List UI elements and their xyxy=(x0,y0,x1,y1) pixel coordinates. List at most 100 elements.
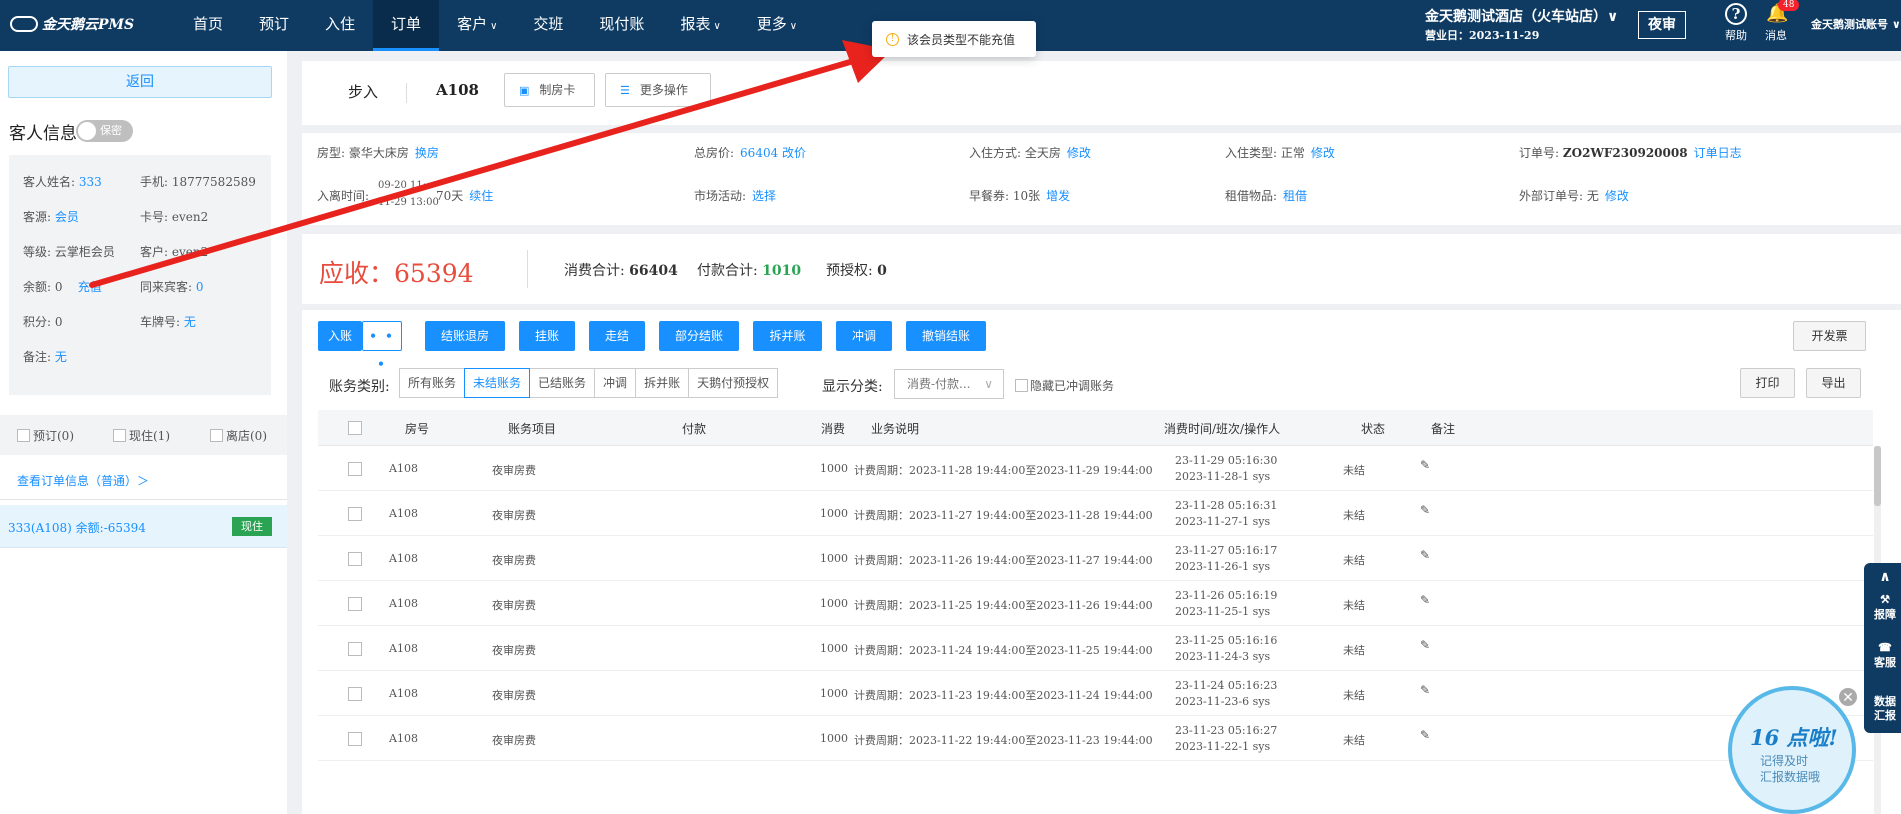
app-logo[interactable]: 金天鹅云PMS xyxy=(10,14,134,34)
post-more-button[interactable]: • • • xyxy=(362,321,402,371)
nav-item[interactable]: 交班 xyxy=(515,0,581,51)
more-operations-button[interactable]: ☰ 更多操作 xyxy=(605,73,711,107)
post-entry-button[interactable]: 入账 xyxy=(318,321,362,351)
data-report-button[interactable]: 数据汇报 xyxy=(1873,695,1897,723)
edit-remark-icon[interactable]: ✎ xyxy=(1420,503,1430,517)
category-tab[interactable]: 天鹅付预授权 xyxy=(688,368,779,398)
cell-time: 23-11-25 05:16:16 xyxy=(1175,634,1278,647)
change-room-link[interactable]: 换房 xyxy=(415,146,439,160)
guest-name-link[interactable]: 333 xyxy=(79,175,102,189)
row-checkbox[interactable] xyxy=(348,552,362,566)
nav-item[interactable]: 报表 ∨ xyxy=(662,0,738,51)
edit-remark-icon[interactable]: ✎ xyxy=(1420,728,1430,742)
hide-adjusted-toggle[interactable]: 隐藏已冲调账务 xyxy=(1015,377,1114,394)
checkin-mode-edit-link[interactable]: 修改 xyxy=(1067,146,1091,160)
nav-item[interactable]: 更多 ∨ xyxy=(739,0,815,51)
cell-consume: 1000 xyxy=(820,597,848,610)
nav-item[interactable]: 客户 ∨ xyxy=(439,0,515,51)
filter-reserved[interactable]: 预订(0) xyxy=(17,427,74,444)
print-button[interactable]: 打印 xyxy=(1740,368,1795,398)
table-row[interactable]: A108 夜审房费 1000 计费周期：2023-11-25 19:44:00至202… xyxy=(318,581,1873,626)
filter-checked-out[interactable]: 离店(0) xyxy=(210,427,267,444)
help-button[interactable]: ? 帮助 xyxy=(1718,3,1754,43)
table-row[interactable]: A108 夜审房费 1000 计费周期：2023-11-22 19:44:00至202… xyxy=(318,716,1873,761)
nav-item[interactable]: 入住 xyxy=(307,0,373,51)
warning-toast: ! 该会员类型不能充值 xyxy=(872,21,1036,57)
market-select-link[interactable]: 选择 xyxy=(752,189,776,203)
invoice-button[interactable]: 开发票 xyxy=(1793,321,1866,351)
plate-link[interactable]: 无 xyxy=(184,315,196,329)
messages-button[interactable]: 🔔 48 消息 xyxy=(1758,0,1800,43)
customer-service-button[interactable]: ☎ 客服 xyxy=(1873,641,1897,670)
edit-remark-icon[interactable]: ✎ xyxy=(1420,593,1430,607)
table-row[interactable]: A108 夜审房费 1000 计费周期：2023-11-23 19:44:00至202… xyxy=(318,671,1873,716)
checked-out-checkbox[interactable] xyxy=(210,429,223,442)
rental-link[interactable]: 租借 xyxy=(1283,189,1307,203)
charge-to-account-button[interactable]: 挂账 xyxy=(519,321,575,351)
category-tab[interactable]: 所有账务 xyxy=(399,368,466,398)
table-row[interactable]: A108 夜审房费 1000 计费周期：2023-11-24 19:44:00至202… xyxy=(318,626,1873,671)
category-tab[interactable]: 冲调 xyxy=(594,368,637,398)
guest-source-link[interactable]: 会员 xyxy=(55,210,79,224)
collapse-up-icon[interactable]: ∧ xyxy=(1873,569,1897,585)
view-order-link[interactable]: 查看订单信息（普通）＞ xyxy=(17,472,149,489)
reminder-bubble[interactable]: 16 点啦! 记得及时 汇报数据哦 xyxy=(1728,686,1856,814)
nav-item[interactable]: 预订 xyxy=(241,0,307,51)
back-button[interactable]: 返回 xyxy=(8,66,272,98)
checkin-type-field: 入住类型: 正常 修改 xyxy=(1225,146,1335,160)
user-menu[interactable]: 金天鹅测试账号 ∨ xyxy=(1811,16,1901,32)
help-icon: ? xyxy=(1725,3,1747,25)
checkout-button[interactable]: 结账退房 xyxy=(425,321,505,351)
table-row[interactable]: A108 夜审房费 1000 计费周期：2023-11-27 19:44:00至202… xyxy=(318,491,1873,536)
row-checkbox[interactable] xyxy=(348,687,362,701)
filter-in-house[interactable]: 现住(1) xyxy=(113,427,170,444)
export-button[interactable]: 导出 xyxy=(1806,368,1861,398)
remark-link[interactable]: 无 xyxy=(55,350,67,364)
row-checkbox[interactable] xyxy=(348,597,362,611)
breakfast-add-link[interactable]: 增发 xyxy=(1046,189,1070,203)
recharge-link[interactable]: 充值 xyxy=(78,280,102,294)
walk-settle-button[interactable]: 走结 xyxy=(589,321,645,351)
display-select[interactable]: 消费-付款... ∨ xyxy=(894,369,1004,399)
edit-remark-icon[interactable]: ✎ xyxy=(1420,638,1430,652)
report-issue-button[interactable]: ⚒ 报障 xyxy=(1873,593,1897,622)
row-checkbox[interactable] xyxy=(348,462,362,476)
secret-toggle[interactable]: 保密 xyxy=(76,120,133,142)
category-tab[interactable]: 拆并账 xyxy=(635,368,690,398)
nav-item[interactable]: 首页 xyxy=(175,0,241,51)
category-tab[interactable]: 已结账务 xyxy=(529,368,596,398)
in-house-checkbox[interactable] xyxy=(113,429,126,442)
close-icon[interactable]: ✕ xyxy=(1837,686,1859,708)
edit-remark-icon[interactable]: ✎ xyxy=(1420,683,1430,697)
row-checkbox[interactable] xyxy=(348,507,362,521)
adjust-button[interactable]: 冲调 xyxy=(836,321,892,351)
total-price-link[interactable]: 66404 改价 xyxy=(740,146,806,160)
hide-adjusted-checkbox[interactable] xyxy=(1015,379,1028,392)
companion-link[interactable]: 0 xyxy=(196,280,204,294)
reserved-checkbox[interactable] xyxy=(17,429,30,442)
edit-remark-icon[interactable]: ✎ xyxy=(1420,458,1430,472)
row-checkbox[interactable] xyxy=(348,732,362,746)
nav-item[interactable]: 现付账 xyxy=(581,0,662,51)
room-list-item[interactable]: 333(A108) 余额:-65394 现住 xyxy=(0,505,287,548)
checkin-type-edit-link[interactable]: 修改 xyxy=(1311,146,1335,160)
nav-item[interactable]: 订单 xyxy=(373,0,440,51)
make-card-button[interactable]: ▣ 制房卡 xyxy=(504,73,595,107)
night-audit-button[interactable]: 夜审 xyxy=(1638,11,1686,39)
scrollbar-thumb[interactable] xyxy=(1874,446,1881,506)
row-checkbox[interactable] xyxy=(348,642,362,656)
category-tab[interactable]: 未结账务 xyxy=(464,368,531,398)
col-remark: 备注 xyxy=(1431,422,1456,436)
split-merge-button[interactable]: 拆并账 xyxy=(753,321,822,351)
extend-stay-link[interactable]: 续住 xyxy=(469,189,493,203)
hotel-selector[interactable]: 金天鹅测试酒店（火车站店）∨ xyxy=(1425,6,1618,26)
partial-settle-button[interactable]: 部分结账 xyxy=(659,321,739,351)
cancel-settle-button[interactable]: 撤销结账 xyxy=(906,321,986,351)
select-all-checkbox[interactable] xyxy=(348,421,362,435)
table-row[interactable]: A108 夜审房费 1000 计费周期：2023-11-28 19:44:00至202… xyxy=(318,446,1873,491)
cell-item: 夜审房费 xyxy=(492,689,536,702)
table-row[interactable]: A108 夜审房费 1000 计费周期：2023-11-26 19:44:00至202… xyxy=(318,536,1873,581)
edit-remark-icon[interactable]: ✎ xyxy=(1420,548,1430,562)
external-order-edit-link[interactable]: 修改 xyxy=(1605,189,1629,203)
order-log-link[interactable]: 订单日志 xyxy=(1694,146,1742,160)
